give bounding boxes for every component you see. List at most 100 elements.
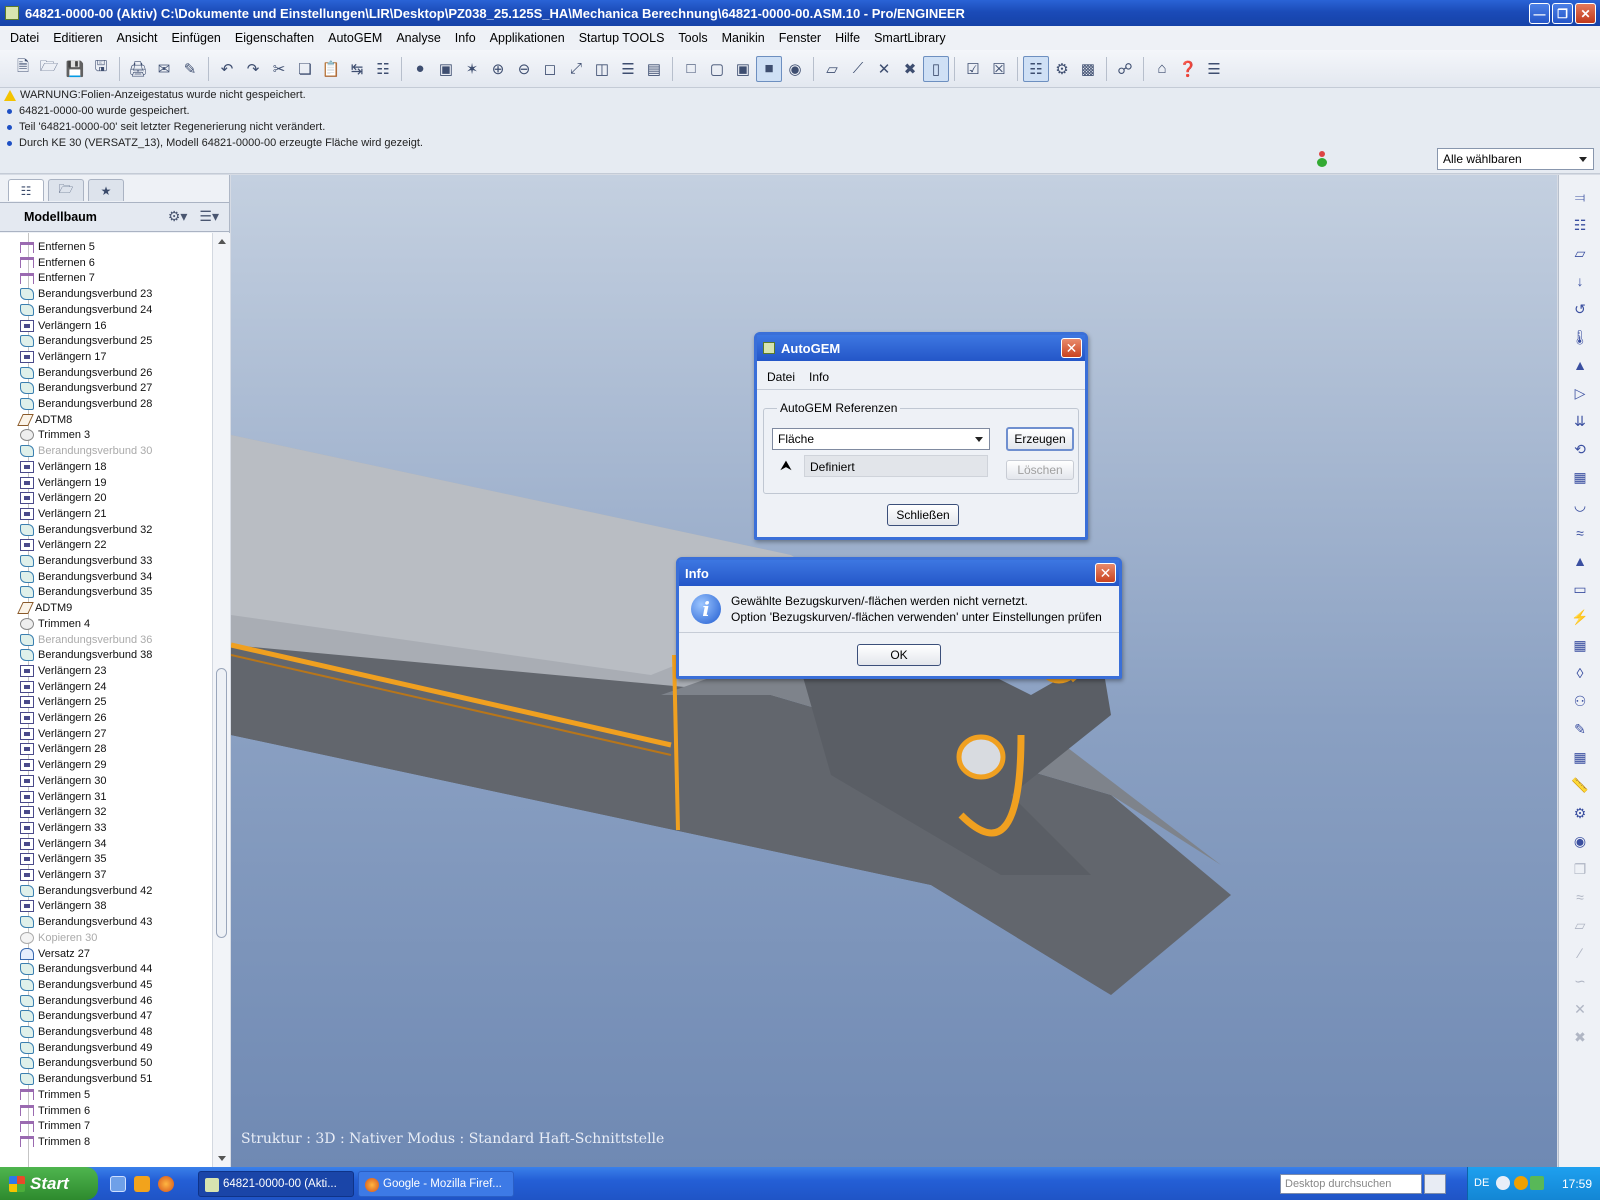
tree-scrollbar[interactable] xyxy=(212,233,230,1167)
spin-center-icon[interactable]: ✶ xyxy=(459,56,485,82)
show-desktop-icon[interactable] xyxy=(110,1176,126,1192)
volume-region-icon[interactable]: ⚇ xyxy=(1570,691,1590,711)
csys-display-icon[interactable]: ✖ xyxy=(897,56,923,82)
hidden-line-icon[interactable]: ▢ xyxy=(704,56,730,82)
tree-item[interactable]: Berandungsverbund 25 xyxy=(20,333,152,349)
save-copy-icon[interactable]: 🖫 xyxy=(88,56,114,82)
datum-axis-display-icon[interactable]: ⟋ xyxy=(845,56,871,82)
tree-item[interactable]: Kopieren 30 xyxy=(20,930,97,946)
force-load-icon[interactable]: ↓ xyxy=(1570,271,1590,291)
menu-analyse[interactable]: Analyse xyxy=(389,31,447,45)
tree-item[interactable]: Berandungsverbund 32 xyxy=(20,522,152,538)
print-icon[interactable]: 🖨 xyxy=(125,56,151,82)
quicklaunch-app-icon[interactable] xyxy=(134,1176,150,1192)
spring-icon[interactable]: ≈ xyxy=(1570,523,1590,543)
repaint-icon[interactable]: ▣ xyxy=(433,56,459,82)
tree-item[interactable]: Verlängern 29 xyxy=(20,757,107,773)
start-button[interactable]: Start xyxy=(0,1167,98,1200)
cancel-icon[interactable]: ☒ xyxy=(986,56,1012,82)
layers-icon[interactable]: ☰ xyxy=(615,56,641,82)
tree-item[interactable]: Berandungsverbund 38 xyxy=(20,647,152,663)
bearing-load-icon[interactable]: ▷ xyxy=(1570,383,1590,403)
tree-item[interactable]: Berandungsverbund 27 xyxy=(20,380,152,396)
tray-icon[interactable] xyxy=(1514,1176,1528,1190)
tree-item[interactable]: Berandungsverbund 24 xyxy=(20,302,152,318)
rigid-link-icon[interactable]: ▦ xyxy=(1570,635,1590,655)
tree-item[interactable]: Verlängern 17 xyxy=(20,349,107,365)
clock[interactable]: 17:59 xyxy=(1562,1177,1592,1191)
shading-sphere-icon[interactable]: ● xyxy=(407,56,433,82)
point-display-icon[interactable]: ✕ xyxy=(871,56,897,82)
saved-views-icon[interactable]: ◫ xyxy=(589,56,615,82)
reorient-icon[interactable]: ⤢ xyxy=(563,56,589,82)
tree-item[interactable]: ADTM9 xyxy=(17,600,72,616)
planar-constraint-icon[interactable]: ▱ xyxy=(1570,243,1590,263)
tree-item[interactable]: Entfernen 5 xyxy=(20,239,95,255)
menu-smartlibrary[interactable]: SmartLibrary xyxy=(867,31,953,45)
minimize-button[interactable]: — xyxy=(1529,3,1550,24)
tree-item[interactable]: Verlängern 38 xyxy=(20,898,107,914)
menu-editieren[interactable]: Editieren xyxy=(46,31,109,45)
mass-icon[interactable]: ▲ xyxy=(1570,551,1590,571)
send-link-icon[interactable]: ✎ xyxy=(177,56,203,82)
menu-tools[interactable]: Tools xyxy=(671,31,714,45)
menu-applikationen[interactable]: Applikationen xyxy=(483,31,572,45)
reference-type-select[interactable]: Fläche xyxy=(772,428,990,450)
autogem-close-icon[interactable]: ✕ xyxy=(1061,338,1082,358)
tree-item[interactable]: Berandungsverbund 34 xyxy=(20,569,152,585)
wireframe-icon[interactable]: □ xyxy=(678,56,704,82)
undo-icon[interactable]: ↶ xyxy=(214,56,240,82)
hierarchy-icon[interactable]: ☍ xyxy=(1112,56,1138,82)
datum-plane-display-icon[interactable]: ▱ xyxy=(819,56,845,82)
taskbar-item-proe[interactable]: 64821-0000-00 (Akti... xyxy=(198,1171,354,1197)
favorites-tab[interactable]: ★ xyxy=(88,179,124,201)
new-file-icon[interactable]: 🗎 xyxy=(10,56,36,82)
menu-fenster[interactable]: Fenster xyxy=(772,31,828,45)
tree-item[interactable]: Verlängern 30 xyxy=(20,773,107,789)
desktop-search-input[interactable]: Desktop durchsuchen xyxy=(1280,1174,1422,1194)
tree-item[interactable]: Berandungsverbund 50 xyxy=(20,1055,152,1071)
tree-item[interactable]: Berandungsverbund 26 xyxy=(20,365,152,381)
report-icon[interactable]: ☰ xyxy=(1201,56,1227,82)
tree-item[interactable]: Berandungsverbund 35 xyxy=(20,584,152,600)
menu-eigenschaften[interactable]: Eigenschaften xyxy=(228,31,321,45)
centrifugal-load-icon[interactable]: ⟲ xyxy=(1570,439,1590,459)
paste-icon[interactable]: 📋 xyxy=(318,56,344,82)
tree-item[interactable]: Verlängern 20 xyxy=(20,490,107,506)
verify-icon[interactable]: ☑ xyxy=(960,56,986,82)
tree-item[interactable]: Berandungsverbund 43 xyxy=(20,914,152,930)
email-icon[interactable]: ✉ xyxy=(151,56,177,82)
tree-item[interactable]: Verlängern 27 xyxy=(20,726,107,742)
redo-icon[interactable]: ↷ xyxy=(240,56,266,82)
tree-item[interactable]: Trimmen 3 xyxy=(20,427,90,443)
taskbar-item-firefox[interactable]: Google - Mozilla Firef... xyxy=(358,1171,514,1197)
zoom-in-icon[interactable]: ⊕ xyxy=(485,56,511,82)
tree-item[interactable]: Trimmen 5 xyxy=(20,1087,90,1103)
tree-item[interactable]: Verlängern 22 xyxy=(20,537,107,553)
regenerate-icon[interactable]: ↹ xyxy=(344,56,370,82)
menu-ansicht[interactable]: Ansicht xyxy=(110,31,165,45)
close-button[interactable]: Schließen xyxy=(887,504,959,526)
save-icon[interactable]: 💾 xyxy=(62,56,88,82)
model-tree-toggle-icon[interactable]: ☷ xyxy=(1023,55,1049,82)
tree-item[interactable]: Verlängern 18 xyxy=(20,459,107,475)
surface-region-icon[interactable]: ◊ xyxy=(1570,663,1590,683)
shell-icon[interactable]: ▭ xyxy=(1570,579,1590,599)
menu-manikin[interactable]: Manikin xyxy=(715,31,772,45)
constraint-icon[interactable]: ⫤ xyxy=(1570,187,1590,207)
tree-settings-icon[interactable]: ⚙▾ xyxy=(168,208,188,225)
tray-icon[interactable] xyxy=(1496,1176,1510,1190)
shading-icon[interactable]: ■ xyxy=(756,55,782,82)
tree-item[interactable]: Trimmen 6 xyxy=(20,1103,90,1119)
tree-item[interactable]: Berandungsverbund 36 xyxy=(20,632,152,648)
displacement-constraint-icon[interactable]: ☷ xyxy=(1570,215,1590,235)
tree-item[interactable]: Verlängern 16 xyxy=(20,318,107,334)
measure-ruler-icon[interactable]: 📏 xyxy=(1570,775,1590,795)
beam-icon[interactable]: ◡ xyxy=(1570,495,1590,515)
autogem-menu-info[interactable]: Info xyxy=(809,370,829,384)
regeneration-status-icon[interactable] xyxy=(1316,151,1328,167)
tree-item[interactable]: Verlängern 26 xyxy=(20,710,107,726)
home-icon[interactable]: ⌂ xyxy=(1149,56,1175,82)
selection-filter-dropdown[interactable]: Alle wählbaren xyxy=(1437,148,1594,170)
tree-item[interactable]: Verlängern 23 xyxy=(20,663,107,679)
